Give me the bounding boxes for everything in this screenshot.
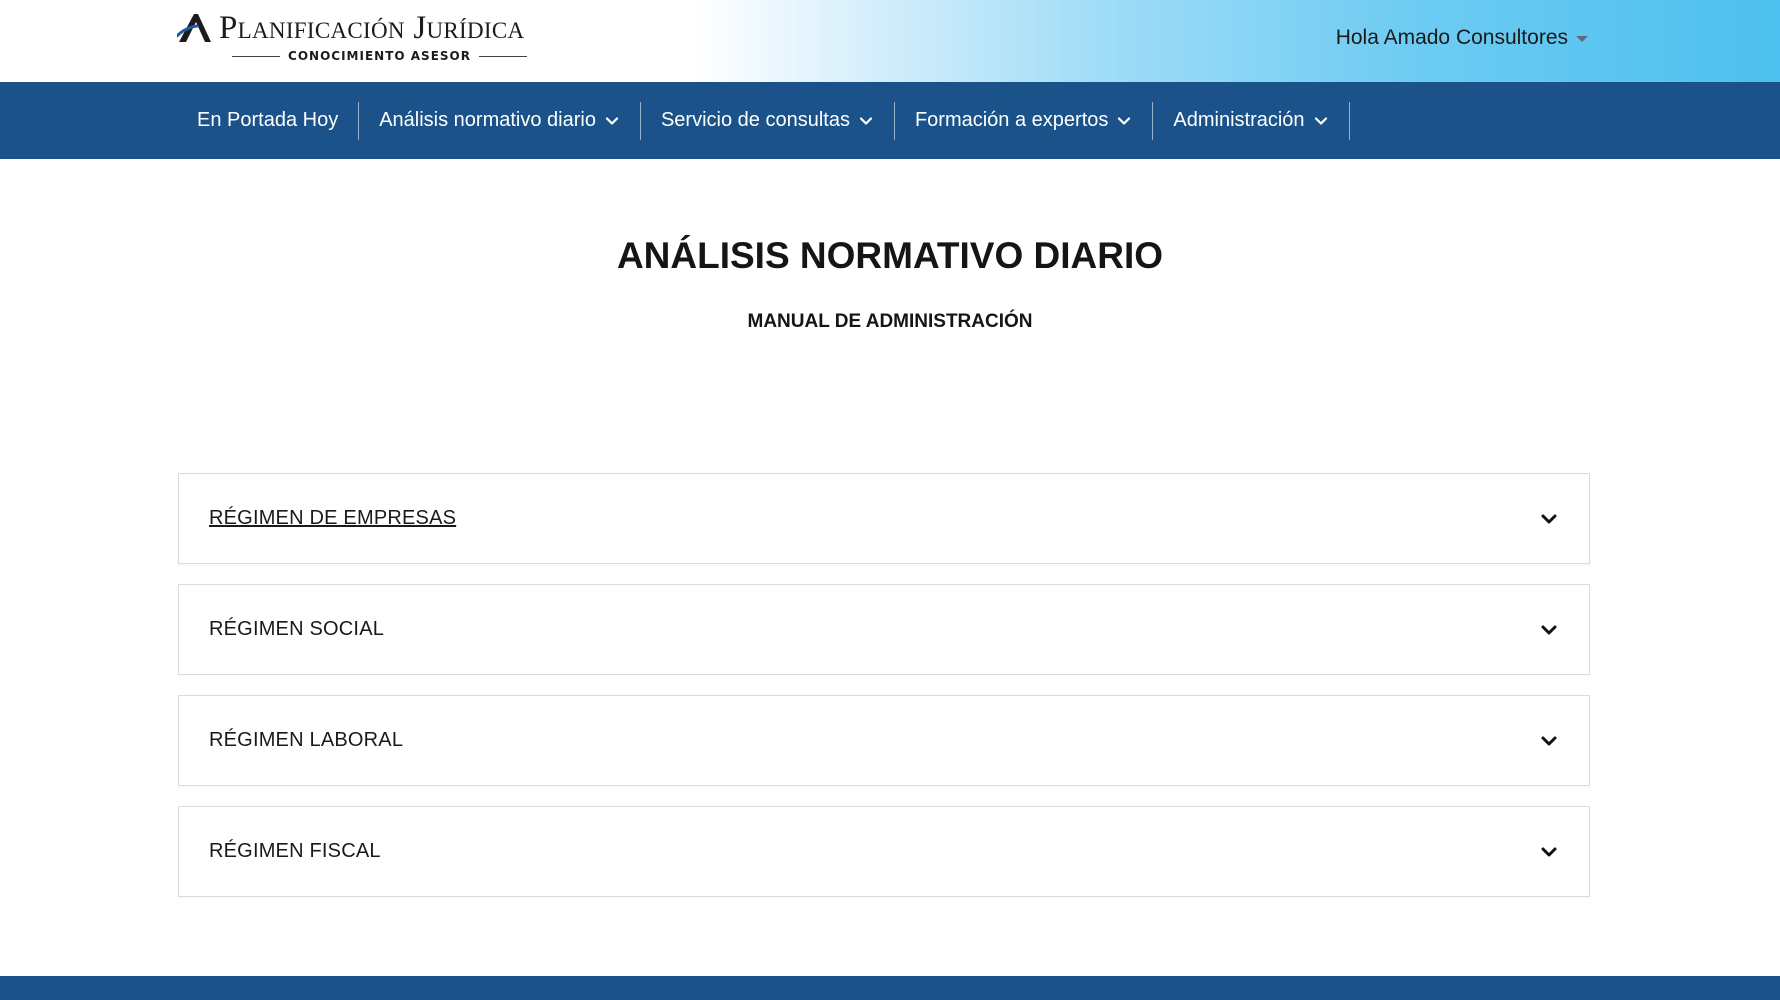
accordion-item-label: RÉGIMEN DE EMPRESAS bbox=[209, 507, 457, 529]
nav-item-label: Análisis normativo diario bbox=[379, 109, 596, 131]
nav-item-servicio-de-consultas[interactable]: Servicio de consultas bbox=[641, 101, 895, 140]
accordion-item-regimen-laboral[interactable]: RÉGIMEN LABORAL bbox=[178, 695, 1590, 786]
nav-item-label: Formación a expertos bbox=[914, 109, 1109, 131]
logo-subtitle: CONOCIMIENTO ASESOR bbox=[288, 49, 471, 63]
nav-item-label: En Portada Hoy bbox=[197, 109, 339, 131]
user-greeting: Hola Amado Consultores bbox=[1335, 26, 1568, 49]
top-header: Planificación Jurídica CONOCIMIENTO ASES… bbox=[0, 0, 1780, 82]
accordion-item-regimen-fiscal[interactable]: RÉGIMEN FISCAL bbox=[178, 806, 1590, 897]
main-nav: En Portada Hoy Análisis normativo diario… bbox=[0, 82, 1780, 159]
chevron-down-icon bbox=[1541, 514, 1557, 523]
logo-subtitle-row: CONOCIMIENTO ASESOR bbox=[232, 47, 528, 65]
logo-rule-right bbox=[478, 55, 528, 57]
nav-item-en-portada-hoy[interactable]: En Portada Hoy bbox=[177, 101, 360, 140]
caret-down-icon bbox=[1576, 36, 1588, 42]
accordion-item-label: RÉGIMEN FISCAL bbox=[209, 840, 381, 862]
footer-bar bbox=[0, 976, 1780, 1000]
nav-item-analisis-normativo-diario[interactable]: Análisis normativo diario bbox=[359, 101, 641, 140]
site-logo[interactable]: Planificación Jurídica CONOCIMIENTO ASES… bbox=[177, 10, 547, 68]
accordion-item-regimen-de-empresas[interactable]: RÉGIMEN DE EMPRESAS bbox=[178, 473, 1590, 564]
accordion-item-regimen-social[interactable]: RÉGIMEN SOCIAL bbox=[178, 584, 1590, 675]
chevron-down-icon bbox=[1314, 116, 1327, 125]
logo-mark-icon bbox=[177, 14, 211, 42]
chevron-down-icon bbox=[605, 116, 619, 125]
page-title: ANÁLISIS NORMATIVO DIARIO bbox=[616, 235, 1164, 276]
logo-rule-left bbox=[232, 55, 281, 57]
accordion-item-label: RÉGIMEN SOCIAL bbox=[209, 618, 385, 640]
user-menu[interactable]: Hola Amado Consultores bbox=[1336, 26, 1588, 50]
accordion-item-label: RÉGIMEN LABORAL bbox=[209, 729, 404, 751]
chevron-down-icon bbox=[1541, 625, 1557, 634]
accordion: RÉGIMEN DE EMPRESAS RÉGIMEN SOCIAL RÉGIM… bbox=[178, 473, 1590, 897]
page-subtitle: MANUAL DE ADMINISTRACIÓN bbox=[747, 311, 1033, 332]
chevron-down-icon bbox=[1541, 736, 1557, 745]
nav-item-administracion[interactable]: Administración bbox=[1153, 101, 1350, 140]
chevron-down-icon bbox=[859, 116, 873, 125]
chevron-down-icon bbox=[1541, 847, 1557, 856]
nav-item-label: Servicio de consultas bbox=[660, 109, 850, 131]
nav-item-formacion-a-expertos[interactable]: Formación a expertos bbox=[895, 101, 1154, 140]
nav-item-label: Administración bbox=[1173, 109, 1305, 131]
logo-title: Planificación Jurídica bbox=[219, 10, 525, 46]
chevron-down-icon bbox=[1118, 116, 1131, 125]
